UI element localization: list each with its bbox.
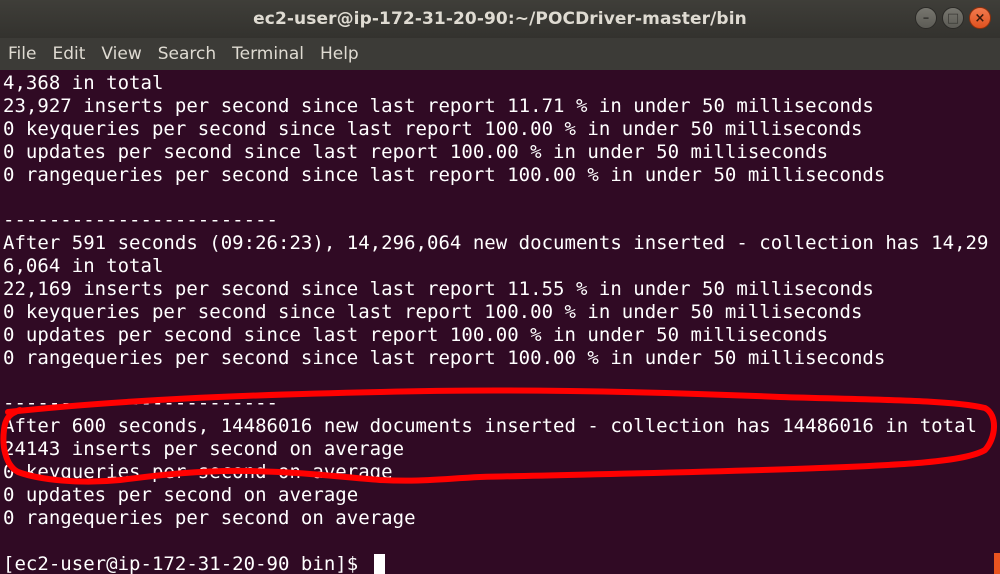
window-controls: – □ × [915, 7, 991, 29]
text-cursor [373, 553, 385, 574]
terminal-window: ec2-user@ip-172-31-20-90:~/POCDriver-mas… [0, 0, 1000, 574]
terminal-line: 0 rangequeries per second on average [3, 506, 416, 529]
menu-help[interactable]: Help [312, 44, 367, 64]
menu-search[interactable]: Search [150, 44, 224, 64]
terminal-line: 22,169 inserts per second since last rep… [3, 278, 874, 301]
terminal-line: After 600 seconds, 14486016 new document… [3, 415, 978, 438]
terminal-line: 0 keyqueries per second since last repor… [3, 117, 863, 140]
terminal-line: 24143 inserts per second on average [3, 438, 405, 461]
terminal-line: 23,927 inserts per second since last rep… [3, 94, 874, 117]
terminal-lines: 4,368 in total 23,927 inserts per second… [3, 72, 988, 574]
terminal-line: 6,064 in total [3, 255, 164, 278]
terminal-line: 0 rangequeries per second since last rep… [3, 163, 886, 186]
terminal-line: ------------------------ [3, 209, 279, 232]
window-title: ec2-user@ip-172-31-20-90:~/POCDriver-mas… [253, 9, 747, 29]
terminal-line: 0 updates per second on average [3, 484, 359, 507]
terminal-output[interactable]: 4,368 in total 23,927 inserts per second… [0, 70, 1000, 574]
terminal-line: 0 updates per second since last report 1… [3, 323, 829, 346]
title-bar[interactable]: ec2-user@ip-172-31-20-90:~/POCDriver-mas… [0, 0, 1000, 38]
scrollbar-indicator[interactable] [994, 553, 1000, 574]
terminal-line: ------------------------ [3, 392, 279, 415]
terminal-line: 0 rangequeries per second since last rep… [3, 346, 886, 369]
menu-view[interactable]: View [93, 44, 149, 64]
terminal-line: After 591 seconds (09:26:23), 14,296,064… [3, 232, 989, 255]
shell-prompt: [ec2-user@ip-172-31-20-90 bin]$ [3, 552, 370, 574]
terminal-line: 0 keyqueries per second since last repor… [3, 300, 863, 323]
close-button[interactable]: × [969, 7, 991, 29]
terminal-prompt-line[interactable]: [ec2-user@ip-172-31-20-90 bin]$ [3, 553, 988, 574]
menu-bar: File Edit View Search Terminal Help [0, 38, 1000, 70]
terminal-line: 0 updates per second since last report 1… [3, 140, 829, 163]
menu-terminal[interactable]: Terminal [224, 44, 312, 64]
maximize-button[interactable]: □ [942, 7, 964, 29]
terminal-line: 4,368 in total [3, 72, 164, 94]
terminal-line: 0 keyqueries per second on average [3, 461, 393, 484]
menu-file[interactable]: File [0, 44, 44, 64]
menu-edit[interactable]: Edit [44, 44, 93, 64]
minimize-button[interactable]: – [915, 7, 937, 29]
